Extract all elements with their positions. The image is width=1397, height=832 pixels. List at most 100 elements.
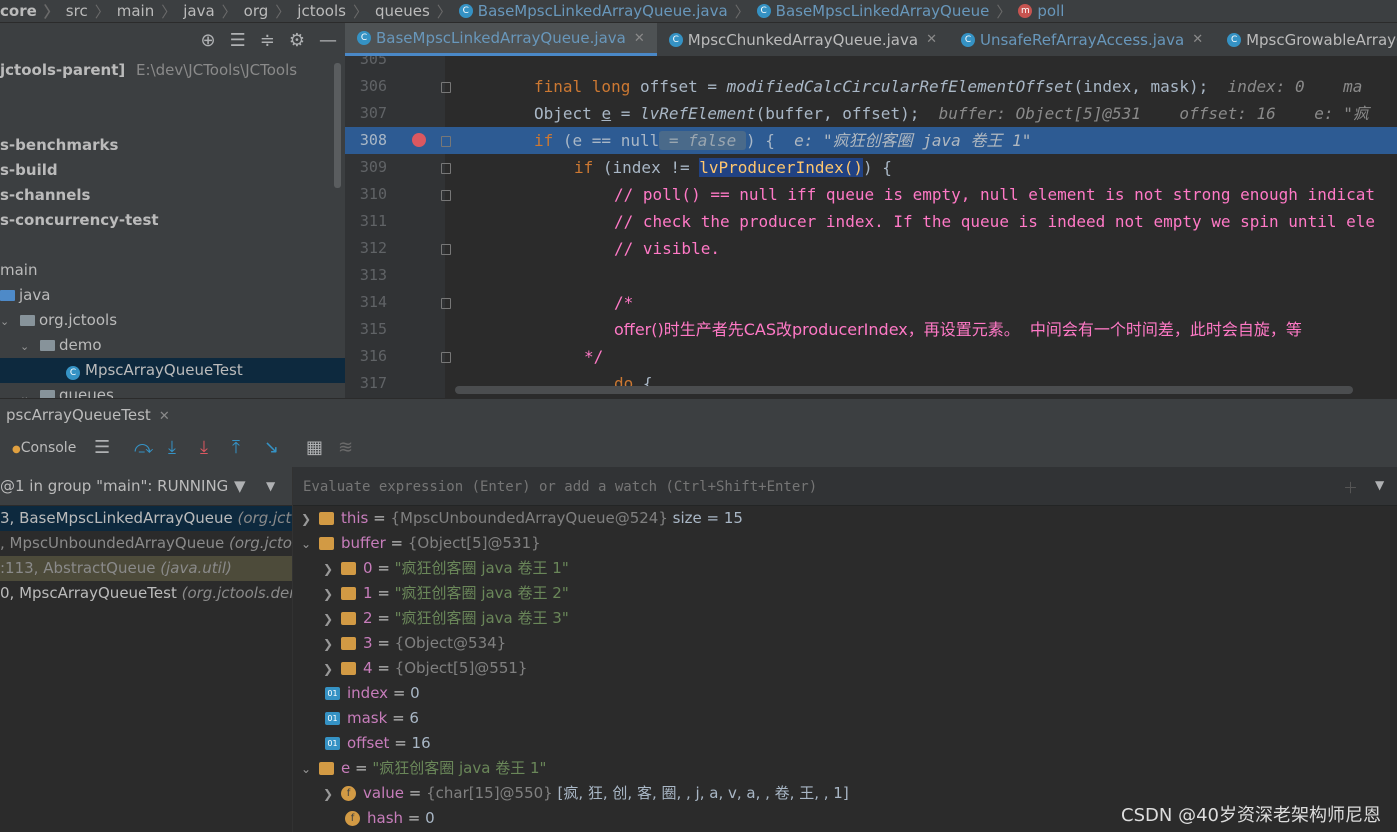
variable-row[interactable]: ❯ 4 = {Object[5]@551}: [323, 656, 527, 681]
code-line[interactable]: 306 final long offset = modifiedCalcCirc…: [345, 73, 1397, 100]
fold-marker-icon[interactable]: [441, 190, 451, 201]
chevron-down-icon[interactable]: ⌄: [20, 384, 34, 398]
code-editor[interactable]: 305 306 final long offset = modifiedCalc…: [345, 56, 1397, 398]
filter-icon[interactable]: ▼: [234, 467, 246, 505]
chevron-down-icon[interactable]: ⌄: [301, 532, 319, 557]
menu-icon[interactable]: ☰: [94, 437, 110, 458]
expand-all-icon[interactable]: ☰: [230, 30, 246, 51]
fold-marker-icon[interactable]: [441, 82, 451, 93]
close-icon[interactable]: ✕: [634, 31, 645, 46]
code-line[interactable]: 315 offer()时生产者先CAS改producerIndex，再设置元素。…: [345, 316, 1397, 343]
evaluate-expression-input[interactable]: [301, 475, 1335, 499]
code-line[interactable]: 310 // poll() == null iff queue is empty…: [345, 181, 1397, 208]
variable-row[interactable]: ❯ 3 = {Object@534}: [323, 631, 506, 656]
chevron-right-icon[interactable]: ❯: [323, 582, 341, 607]
code-line[interactable]: 307 Object e = lvRefElement(buffer, offs…: [345, 100, 1397, 127]
chevron-down-icon[interactable]: ⌄: [20, 334, 34, 359]
editor-tab[interactable]: C MpscGrowableArrayQu: [1215, 23, 1397, 56]
variable-row[interactable]: ❯ 2 = "疯狂创客圈 java 卷王 3": [323, 606, 569, 631]
chevron-right-icon[interactable]: ❯: [323, 782, 341, 807]
chevron-right-icon[interactable]: ❯: [323, 632, 341, 657]
tree-module[interactable]: s-benchmarks: [0, 133, 118, 158]
code-line[interactable]: 314 /*: [345, 289, 1397, 316]
variable-row[interactable]: ⌄ buffer = {Object[5]@531}: [301, 531, 541, 556]
variable-row[interactable]: ⌄ e = "疯狂创客圈 java 卷王 1": [301, 756, 546, 781]
breadcrumb-item[interactable]: src 〉: [66, 1, 117, 22]
variable-row[interactable]: ❯ f value = {char[15]@550} [疯, 狂, 创, 客, 圈,…: [323, 781, 849, 806]
fold-marker-icon[interactable]: [441, 244, 451, 255]
stack-frame[interactable]: :113, AbstractQueue (java.util): [0, 556, 292, 581]
variable-row[interactable]: 01 offset = 16: [325, 731, 431, 756]
collapse-all-icon[interactable]: ≑: [260, 30, 275, 51]
close-icon[interactable]: ✕: [1192, 32, 1203, 47]
variable-row[interactable]: ❯ this = {MpscUnboundedArrayQueue@524} si…: [301, 506, 743, 531]
breadcrumb-item[interactable]: jctools 〉: [297, 1, 375, 22]
step-into-icon[interactable]: ⤓: [168, 437, 176, 458]
tree-item-java[interactable]: java: [0, 283, 50, 308]
chevron-right-icon[interactable]: ❯: [301, 507, 319, 532]
editor-tab[interactable]: C BaseMpscLinkedArrayQueue.java ✕: [345, 23, 657, 56]
code-line[interactable]: 311 // check the producer index. If the …: [345, 208, 1397, 235]
console-tab[interactable]: ●Console: [12, 440, 76, 456]
variable-row[interactable]: ❯ 1 = "疯狂创客圈 java 卷王 2": [323, 581, 569, 606]
chevron-right-icon[interactable]: ❯: [323, 607, 341, 632]
force-step-into-icon[interactable]: ⤓: [200, 437, 208, 458]
tree-root[interactable]: jctools-parent] E:\dev\JCTools\JCTools: [0, 58, 297, 83]
breadcrumb-item[interactable]: org 〉: [244, 1, 298, 22]
chevron-down-icon[interactable]: ▼: [1375, 478, 1384, 492]
breadcrumb-item[interactable]: main 〉: [117, 1, 184, 22]
code-line[interactable]: 313: [345, 262, 1397, 289]
add-watch-icon[interactable]: ＋: [1343, 477, 1358, 498]
editor-tab[interactable]: C UnsafeRefArrayAccess.java ✕: [949, 23, 1215, 56]
minimize-icon[interactable]: —: [319, 30, 337, 51]
trace-icon[interactable]: ≋: [338, 437, 353, 458]
tree-item-org-jctools[interactable]: ⌄ org.jctools: [0, 308, 117, 333]
evaluate-expression-icon[interactable]: ▦: [306, 437, 323, 458]
fold-marker-icon[interactable]: [441, 298, 451, 309]
fold-marker-icon[interactable]: [441, 163, 451, 174]
run-to-cursor-icon[interactable]: ↘: [264, 437, 279, 458]
chevron-down-icon[interactable]: ⌄: [301, 757, 319, 782]
chevron-down-icon[interactable]: ⌄: [0, 309, 14, 334]
tree-module[interactable]: s-channels: [0, 183, 90, 208]
tree-module[interactable]: s-concurrency-test: [0, 208, 159, 233]
variable-row[interactable]: 01 index = 0: [325, 681, 420, 706]
code-line[interactable]: 312 // visible.: [345, 235, 1397, 262]
close-icon[interactable]: ✕: [159, 409, 170, 424]
step-over-icon[interactable]: ⤼: [134, 437, 153, 458]
tree-item-queues[interactable]: ⌄ queues: [20, 383, 114, 398]
gear-icon[interactable]: ⚙: [289, 30, 305, 51]
variable-row[interactable]: 01 mask = 6: [325, 706, 419, 731]
breadcrumb-item[interactable]: C BaseMpscLinkedArrayQueue 〉: [756, 1, 1019, 22]
scrollbar[interactable]: [334, 63, 341, 188]
stack-frame[interactable]: 3, BaseMpscLinkedArrayQueue (org.jctoo: [0, 506, 292, 531]
breadcrumb-item[interactable]: java 〉: [183, 1, 243, 22]
code-line[interactable]: 316 */: [345, 343, 1397, 370]
variable-row[interactable]: f hash = 0: [345, 806, 435, 831]
chevron-down-icon[interactable]: ▼: [266, 467, 275, 505]
chevron-right-icon[interactable]: ❯: [323, 657, 341, 682]
tree-module[interactable]: s-build: [0, 158, 58, 183]
code-line[interactable]: 309 if (index != lvProducerIndex()) {: [345, 154, 1397, 181]
fold-marker-icon[interactable]: [441, 352, 451, 363]
breadcrumb-item[interactable]: core 〉: [0, 1, 66, 22]
close-icon[interactable]: ✕: [926, 32, 937, 47]
tree-item-main[interactable]: main: [0, 258, 37, 283]
current-execution-line[interactable]: 308 if (e == null = false ) { e: "疯狂创客圈 …: [345, 127, 1397, 154]
step-out-icon[interactable]: ⤒: [232, 437, 240, 458]
editor-tab[interactable]: C MpscChunkedArrayQueue.java ✕: [657, 23, 949, 56]
breadcrumb-item[interactable]: queues 〉: [375, 1, 459, 22]
horizontal-scrollbar[interactable]: [455, 386, 1353, 394]
tree-item-demo[interactable]: ⌄ demo: [20, 333, 102, 358]
thread-selector[interactable]: @1 in group "main": RUNNING ▼ ▼: [0, 467, 292, 505]
stack-frame[interactable]: 0, MpscArrayQueueTest (org.jctools.dem: [0, 581, 292, 606]
fold-marker-icon[interactable]: [441, 136, 451, 147]
tree-item-mpsc-array-queue-test[interactable]: C MpscArrayQueueTest: [0, 358, 345, 383]
locate-icon[interactable]: ⊕: [201, 30, 216, 51]
chevron-right-icon[interactable]: ❯: [323, 557, 341, 582]
debug-session-tab[interactable]: pscArrayQueueTest ✕: [0, 399, 176, 434]
stack-frame[interactable]: , MpscUnboundedArrayQueue (org.jctoo: [0, 531, 292, 556]
variable-row[interactable]: ❯ 0 = "疯狂创客圈 java 卷王 1": [323, 556, 569, 581]
breakpoint-icon[interactable]: [412, 133, 426, 147]
breadcrumb-item[interactable]: C BaseMpscLinkedArrayQueue.java 〉: [458, 1, 757, 22]
